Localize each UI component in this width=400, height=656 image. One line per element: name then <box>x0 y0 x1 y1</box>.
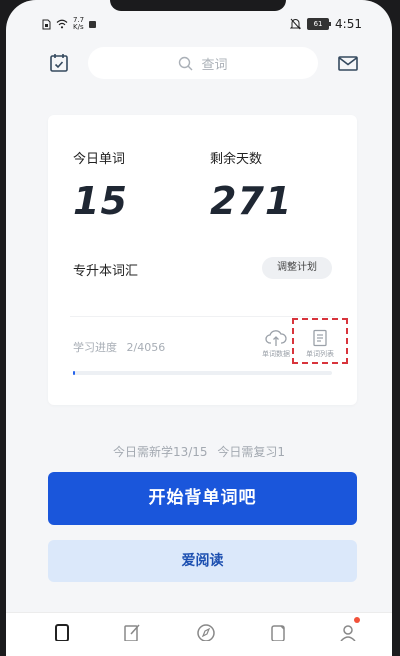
speed-unit: K/s <box>73 23 84 31</box>
divider <box>70 316 335 317</box>
nav-compass-icon[interactable] <box>196 621 216 641</box>
progress-label: 学习进度 <box>73 341 117 354</box>
annotation-highlight-box <box>292 318 348 364</box>
notification-dot <box>354 617 360 623</box>
battery-indicator: 61 <box>307 18 332 30</box>
sim-card-icon <box>42 19 51 29</box>
progress-text: 学习进度 2/4056 <box>73 339 165 355</box>
phone-screen: 7.7 K/s 61 4:51 查词 今日单词 15 剩余天数 271 专升本词… <box>6 0 392 656</box>
adjust-plan-button[interactable]: 调整计划 <box>262 257 332 279</box>
search-placeholder: 查词 <box>201 57 228 73</box>
nav-edit-icon[interactable] <box>122 621 142 641</box>
today-words-value: 15 <box>73 179 128 223</box>
search-icon <box>179 56 193 70</box>
progress-bar <box>73 371 332 375</box>
study-plan-card: 今日单词 15 剩余天数 271 专升本词汇 调整计划 学习进度 2/4056 … <box>48 115 357 405</box>
new-words-today: 今日需新学13/15 <box>112 445 208 459</box>
bell-off-icon <box>290 18 302 30</box>
search-input[interactable]: 查词 <box>88 47 318 79</box>
top-bar: 查词 <box>6 47 392 79</box>
nav-book-icon[interactable] <box>268 621 288 641</box>
word-data-label: 单词数据 <box>262 350 290 358</box>
reading-button[interactable]: 爱阅读 <box>48 540 357 582</box>
status-left: 7.7 K/s <box>42 17 97 31</box>
nav-home-icon[interactable] <box>52 621 72 641</box>
cloud-upload-icon <box>265 330 287 346</box>
bottom-nav <box>6 612 392 656</box>
clock: 4:51 <box>335 17 362 31</box>
nav-profile-icon[interactable] <box>338 621 358 641</box>
days-left-label: 剩余天数 <box>210 152 263 167</box>
word-data-button[interactable]: 单词数据 <box>256 329 296 359</box>
mail-icon[interactable] <box>337 52 359 74</box>
today-words-label: 今日单词 <box>73 152 126 167</box>
network-speed: 7.7 K/s <box>73 17 84 31</box>
days-left-value: 271 <box>210 179 293 223</box>
camera-notch <box>110 0 286 11</box>
daily-summary: 今日需新学13/15 今日需复习1 <box>6 443 392 460</box>
book-name: 专升本词汇 <box>73 264 139 279</box>
progress-value: 2/4056 <box>126 341 166 354</box>
status-right: 61 4:51 <box>290 17 362 31</box>
status-bar: 7.7 K/s 61 4:51 <box>6 13 392 35</box>
progress-bar-fill <box>73 371 76 375</box>
review-words-today: 今日需复习1 <box>217 445 286 459</box>
start-learning-button[interactable]: 开始背单词吧 <box>48 472 357 525</box>
wifi-icon <box>56 19 68 29</box>
notification-square-icon <box>89 20 97 28</box>
calendar-check-icon[interactable] <box>48 52 70 74</box>
